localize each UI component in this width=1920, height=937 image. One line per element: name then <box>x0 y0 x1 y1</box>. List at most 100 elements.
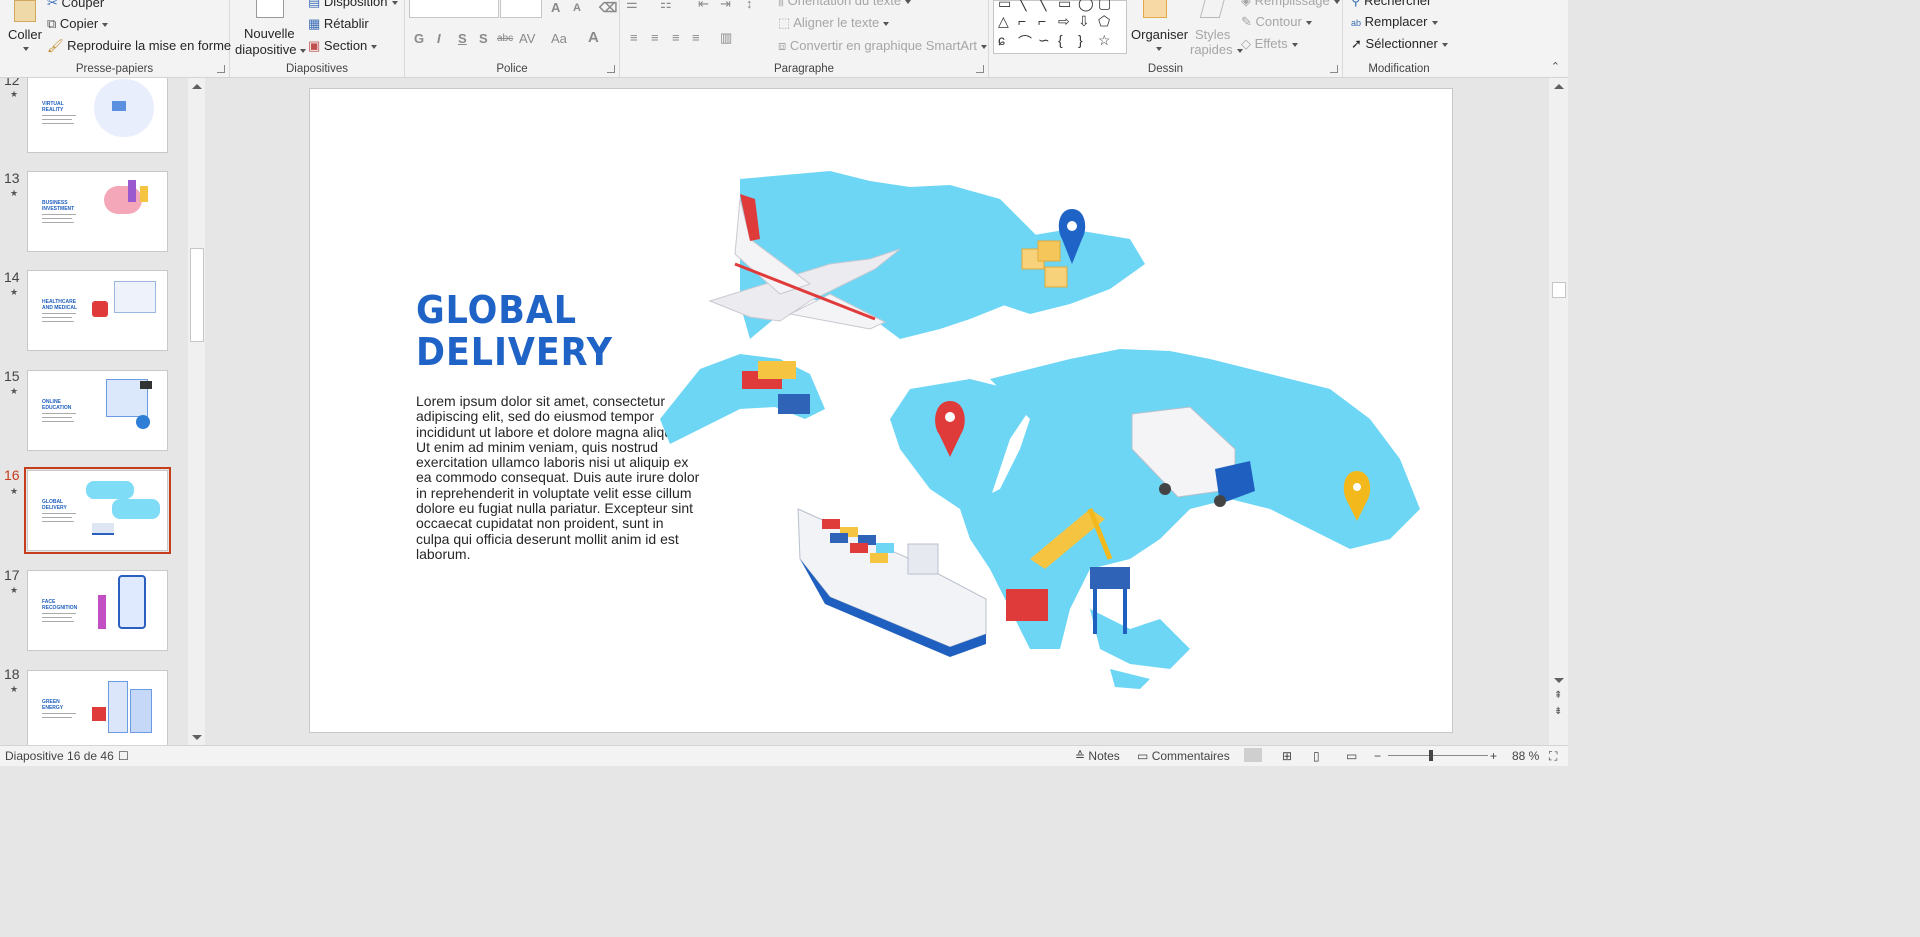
text-direction-button[interactable]: ⫼ Orientation du texte <box>778 0 912 9</box>
dialog-launcher-icon[interactable] <box>976 65 984 73</box>
zoom-slider[interactable] <box>1388 755 1488 756</box>
change-case-button[interactable]: Aa <box>551 31 567 46</box>
cut-button[interactable]: ✂ Couper <box>47 0 104 11</box>
notes-button[interactable]: ≙ Notes <box>1075 749 1120 763</box>
collapse-ribbon-icon[interactable]: ⌃ <box>1551 60 1560 73</box>
house-icon <box>92 707 106 721</box>
slide-body-text[interactable]: Lorem ipsum dolor sit amet, consectetur … <box>416 393 700 562</box>
pentagon-shape-icon[interactable]: ⬠ <box>1098 13 1110 30</box>
zoom-out-icon[interactable]: − <box>1374 749 1381 763</box>
comments-button[interactable]: ▭ Commentaires <box>1137 749 1230 763</box>
font-name-input[interactable] <box>409 0 499 18</box>
dialog-launcher-icon[interactable] <box>1330 65 1338 73</box>
smartart-button[interactable]: ⧈ Convertir en graphique SmartArt <box>778 38 988 54</box>
align-text-button[interactable]: ⬚ Aligner le texte <box>778 15 890 31</box>
zoom-slider-thumb[interactable] <box>1429 750 1433 761</box>
shapes-gallery[interactable]: ▭ ╲ ╲ ▭ ◯ ▢ △ ⌐ ⌐ ⇨ ⇩ ⬠ ɕ ⌒ ∽ { } ☆ <box>993 0 1127 54</box>
line-shape-icon[interactable]: ╲ <box>1038 0 1046 12</box>
scrollbar-thumb[interactable] <box>190 248 204 342</box>
slide-title[interactable]: GLOBAL DELIVERY <box>416 289 613 373</box>
char-spacing-button[interactable]: AV <box>519 31 535 46</box>
justify-icon[interactable]: ≡ <box>692 30 700 45</box>
elbow-connector-icon[interactable]: ⌐ <box>1038 13 1046 29</box>
arc-shape-icon[interactable]: ⌒ <box>1018 32 1032 52</box>
bold-button[interactable]: G <box>414 31 424 46</box>
quick-styles-button[interactable]: Styles rapides <box>1187 0 1243 60</box>
arrange-button[interactable]: Organiser <box>1127 0 1188 60</box>
dialog-launcher-icon[interactable] <box>217 65 225 73</box>
grow-font-icon[interactable]: A <box>551 0 560 15</box>
slide-thumbnail-12[interactable]: VIRTUAL REALITY <box>27 78 168 153</box>
brace-left-shape-icon[interactable]: { <box>1058 32 1063 48</box>
star-shape-icon[interactable]: ☆ <box>1098 32 1111 49</box>
reset-button[interactable]: ▦ Rétablir <box>308 16 369 32</box>
slide-scrollbar[interactable]: ⇞ ⇟ <box>1549 78 1568 745</box>
columns-icon[interactable]: ▥ <box>720 30 732 46</box>
select-button[interactable]: ➚ Sélectionner <box>1351 36 1448 52</box>
line-spacing-icon[interactable]: ↕ <box>746 0 753 11</box>
slide-thumbnail-18[interactable]: GREEN ENERGY <box>27 670 168 745</box>
shrink-font-icon[interactable]: A <box>573 2 581 14</box>
italic-button[interactable]: I <box>437 31 441 46</box>
slide-thumbnail-17[interactable]: FACE RECOGNITION <box>27 570 168 651</box>
arrow-down-shape-icon[interactable]: ⇩ <box>1078 13 1090 30</box>
scroll-down-icon[interactable] <box>192 735 202 740</box>
copy-button[interactable]: ⧉ Copier <box>47 16 109 32</box>
thumbnails-scrollbar[interactable] <box>188 78 205 745</box>
slide-sorter-icon[interactable]: ⊞ <box>1282 749 1292 763</box>
new-slide-button[interactable]: Nouvelle diapositive <box>232 0 307 60</box>
freeform-shape-icon[interactable]: ɕ <box>998 32 1005 48</box>
spellcheck-icon[interactable]: ☐ <box>118 749 129 763</box>
slide-thumbnail-16[interactable]: GLOBAL DELIVERY <box>24 467 171 554</box>
rounded-rect-shape-icon[interactable]: ▢ <box>1098 0 1111 12</box>
normal-view-icon[interactable] <box>1244 748 1262 762</box>
increase-indent-icon[interactable]: ⇥ <box>720 0 731 12</box>
line-shape-icon[interactable]: ╲ <box>1018 0 1026 12</box>
brace-right-shape-icon[interactable]: } <box>1078 32 1083 48</box>
decrease-indent-icon[interactable]: ⇤ <box>698 0 709 12</box>
paste-button[interactable]: Coller <box>4 0 42 56</box>
underline-button[interactable]: S <box>458 31 467 46</box>
align-center-icon[interactable]: ≡ <box>651 30 659 45</box>
fit-to-window-icon[interactable]: ⛶ <box>1549 749 1557 764</box>
curve-shape-icon[interactable]: ∽ <box>1038 32 1050 49</box>
bullets-icon[interactable]: ☰ <box>626 0 638 12</box>
numbering-icon[interactable]: ☷ <box>660 0 672 12</box>
shape-fill-button[interactable]: ◈ Remplissage <box>1241 0 1340 9</box>
scroll-up-icon[interactable] <box>192 84 202 89</box>
align-right-icon[interactable]: ≡ <box>672 30 680 45</box>
shadow-button[interactable]: S <box>479 31 488 46</box>
triangle-shape-icon[interactable]: △ <box>998 13 1009 30</box>
font-size-input[interactable] <box>500 0 542 18</box>
textbox-shape-icon[interactable]: ▭ <box>998 0 1011 12</box>
reading-view-icon[interactable]: ▯ <box>1313 749 1320 763</box>
find-button[interactable]: ⚲ Rechercher <box>1351 0 1431 9</box>
scroll-down-icon[interactable] <box>1554 678 1564 683</box>
next-slide-icon[interactable]: ⇟ <box>1554 706 1562 717</box>
previous-slide-icon[interactable]: ⇞ <box>1554 690 1562 701</box>
dialog-launcher-icon[interactable] <box>607 65 615 73</box>
slideshow-icon[interactable]: ▭ <box>1346 749 1357 763</box>
shape-effects-button[interactable]: ◇ Effets <box>1241 36 1298 52</box>
slide-canvas[interactable]: GLOBAL DELIVERY Lorem ipsum dolor sit am… <box>309 88 1453 733</box>
scrollbar-thumb[interactable] <box>1552 282 1566 298</box>
replace-button[interactable]: ab Remplacer <box>1351 14 1438 29</box>
slide-thumbnail-14[interactable]: HEALTHCARE AND MEDICAL <box>27 270 168 351</box>
strikethrough-button[interactable]: abc <box>497 33 513 44</box>
clear-format-icon[interactable]: ⌫ <box>599 0 617 16</box>
section-button[interactable]: ▣ Section <box>308 38 378 54</box>
layout-button[interactable]: ▤ Disposition <box>308 0 398 10</box>
scroll-up-icon[interactable] <box>1554 84 1564 89</box>
elbow-connector-icon[interactable]: ⌐ <box>1018 13 1026 29</box>
shape-outline-button[interactable]: ✎ Contour <box>1241 14 1312 30</box>
arrow-right-shape-icon[interactable]: ⇨ <box>1058 13 1070 30</box>
oval-shape-icon[interactable]: ◯ <box>1078 0 1094 12</box>
slide-thumbnail-13[interactable]: BUSINESS INVESTMENT <box>27 171 168 252</box>
rectangle-shape-icon[interactable]: ▭ <box>1058 0 1071 12</box>
zoom-level[interactable]: 88 % <box>1512 749 1539 763</box>
font-color-button[interactable]: A <box>588 29 599 46</box>
align-left-icon[interactable]: ≡ <box>630 30 638 45</box>
slide-thumbnail-15[interactable]: ONLINE EDUCATION <box>27 370 168 451</box>
zoom-in-icon[interactable]: + <box>1490 749 1497 763</box>
format-painter-button[interactable]: 🖌 Reproduire la mise en forme <box>47 38 231 54</box>
